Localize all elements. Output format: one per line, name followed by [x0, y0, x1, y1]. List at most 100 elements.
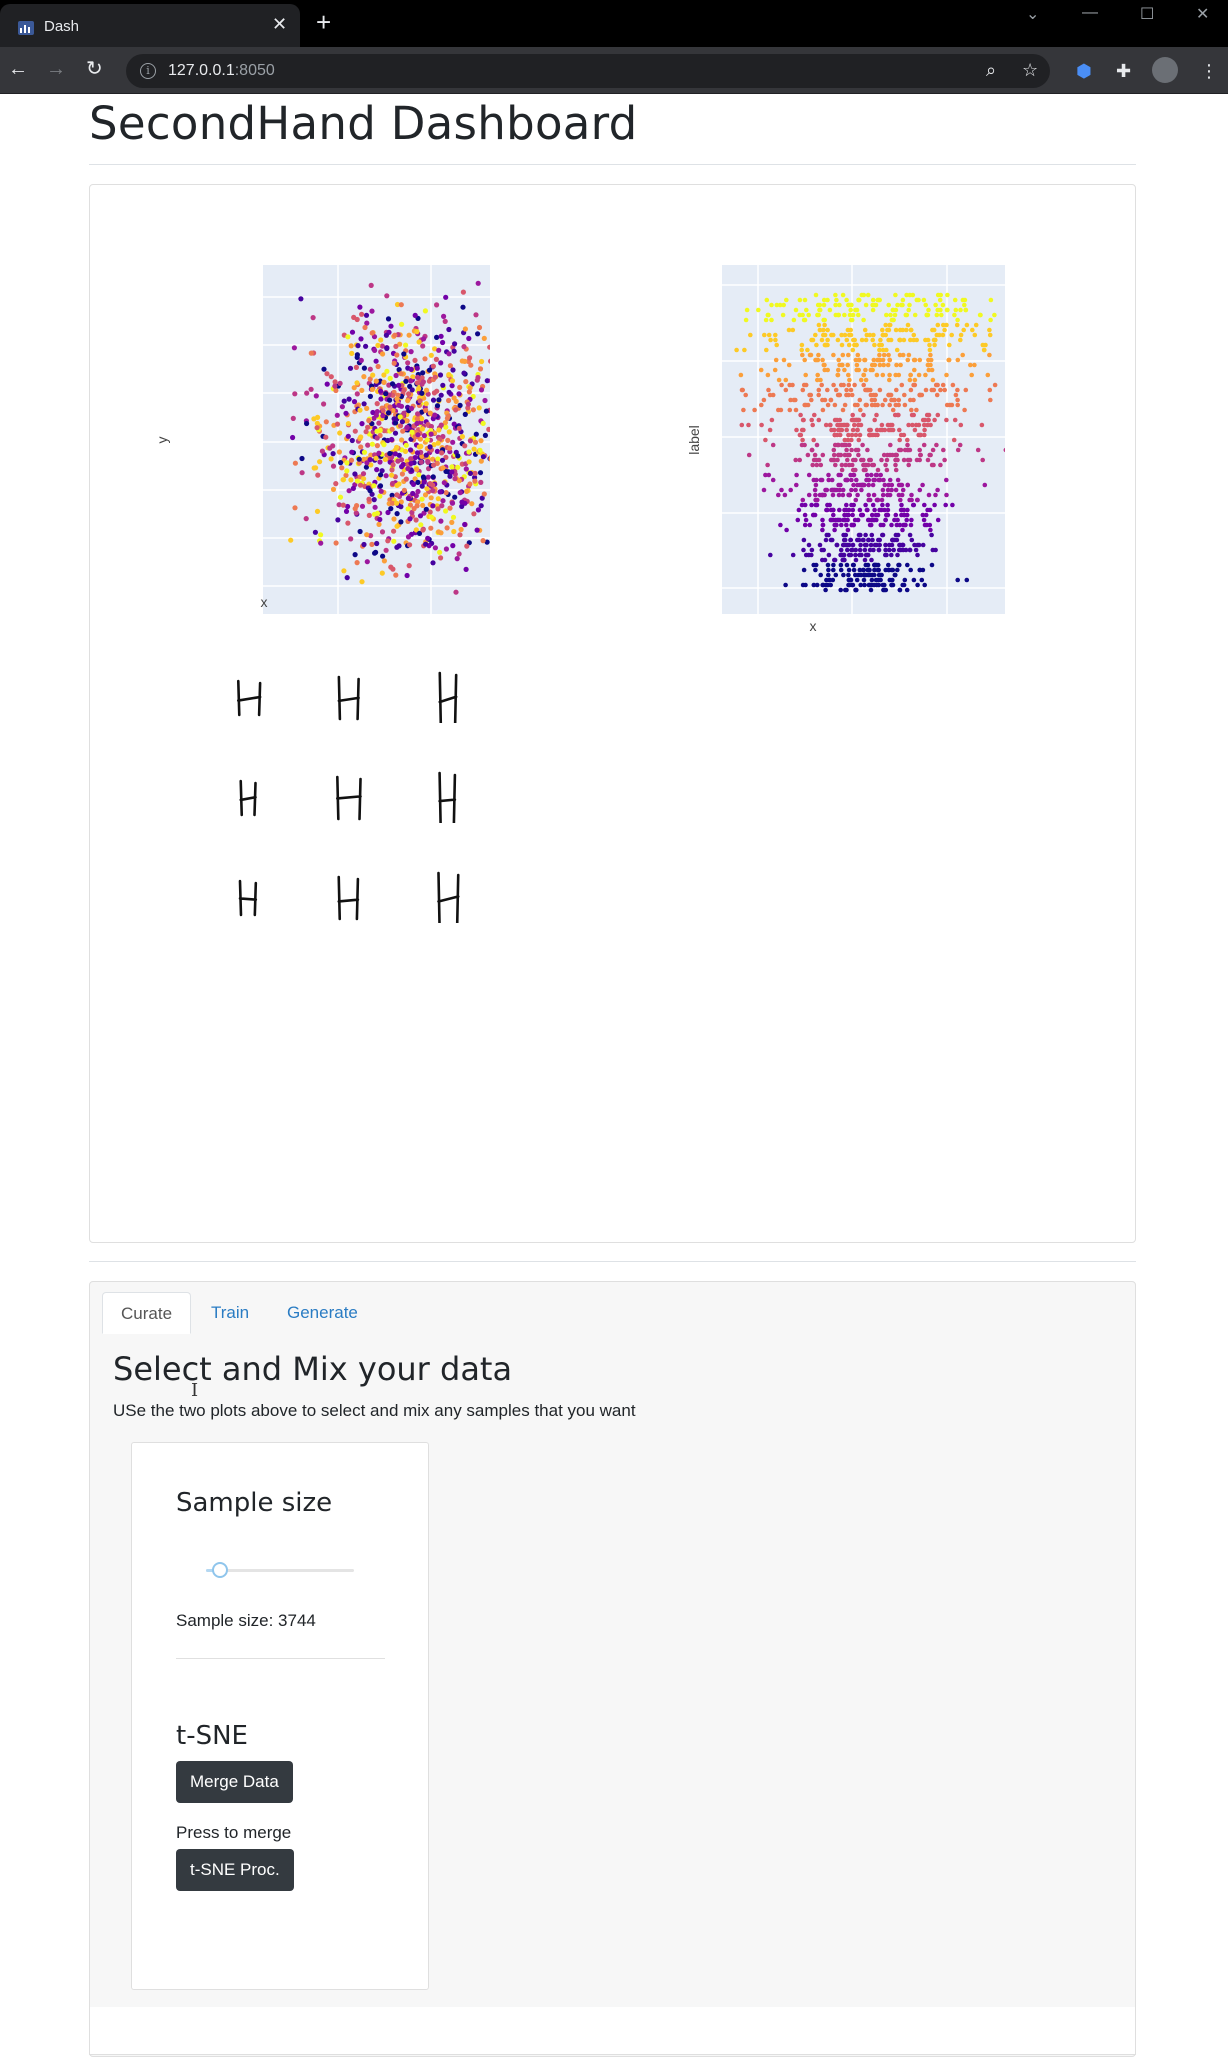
scatter-point[interactable] [372, 504, 378, 510]
scatter-point[interactable] [835, 372, 840, 378]
scatter-point[interactable] [877, 542, 882, 548]
scatter-point[interactable] [410, 490, 416, 497]
scatter-point[interactable] [863, 532, 868, 538]
scatter-point[interactable] [456, 391, 462, 397]
scatter-point[interactable] [337, 430, 343, 436]
scatter-point[interactable] [418, 522, 424, 528]
scatter-point[interactable] [324, 371, 330, 377]
scatter-point[interactable] [400, 428, 406, 434]
scatter-point[interactable] [348, 343, 354, 349]
scatter-point[interactable] [893, 327, 899, 333]
scatter-point[interactable] [481, 491, 487, 497]
scatter-point[interactable] [838, 382, 844, 388]
scatter-point[interactable] [344, 575, 350, 581]
scatter-point[interactable] [766, 332, 772, 338]
scatter-point[interactable] [415, 488, 421, 495]
scatter-point[interactable] [883, 462, 888, 468]
scatter-point[interactable] [963, 307, 969, 313]
scatter-point[interactable] [438, 518, 444, 524]
scatter-point[interactable] [455, 464, 461, 470]
back-icon[interactable]: ← [8, 57, 28, 81]
scatter-point[interactable] [349, 437, 355, 444]
scatter-point[interactable] [394, 352, 400, 358]
scatter-point[interactable] [457, 490, 463, 496]
scatter-point[interactable] [802, 297, 808, 303]
scatter-point[interactable] [935, 292, 941, 298]
scatter-point[interactable] [806, 472, 812, 478]
scatter-point[interactable] [310, 315, 316, 321]
scatter-point[interactable] [393, 372, 399, 379]
scatter-point[interactable] [441, 480, 447, 486]
scatter-point[interactable] [922, 432, 927, 438]
scatter-point[interactable] [368, 282, 374, 288]
scatter-point[interactable] [357, 304, 363, 310]
scatter-point[interactable] [855, 427, 860, 433]
scatter-point[interactable] [356, 456, 362, 462]
scatter-point[interactable] [856, 537, 862, 543]
scatter-point[interactable] [893, 372, 898, 378]
scatter-point[interactable] [374, 401, 380, 407]
scatter-point[interactable] [917, 357, 923, 363]
scatter-point[interactable] [830, 492, 836, 498]
scatter-point[interactable] [351, 399, 358, 405]
scatter-point[interactable] [375, 363, 381, 370]
scatter-point[interactable] [821, 327, 826, 333]
scatter-point[interactable] [433, 356, 439, 362]
scatter-point[interactable] [802, 522, 808, 528]
scatter-point[interactable] [933, 492, 938, 498]
scatter-point[interactable] [440, 465, 446, 471]
scatter-point[interactable] [923, 302, 928, 308]
scatter-point[interactable] [958, 337, 963, 343]
scatter-point[interactable] [964, 322, 970, 328]
scatter-point[interactable] [801, 382, 807, 388]
scatter-point[interactable] [822, 317, 827, 323]
scatter-point[interactable] [858, 407, 863, 413]
scatter-point[interactable] [798, 412, 803, 418]
scatter-point[interactable] [876, 547, 882, 553]
scatter-point[interactable] [793, 457, 798, 463]
scatter-point[interactable] [383, 332, 389, 338]
scatter-point[interactable] [814, 477, 819, 483]
scatter-point[interactable] [369, 330, 375, 336]
scatter-point[interactable] [440, 498, 446, 504]
scatter-point[interactable] [820, 397, 825, 403]
scatter-point[interactable] [452, 341, 458, 347]
scatter-point[interactable] [864, 402, 869, 408]
scatter-point[interactable] [819, 477, 825, 483]
scatter-point[interactable] [431, 462, 437, 468]
scatter-point[interactable] [430, 488, 436, 494]
scatter-point[interactable] [330, 486, 337, 492]
scatter-point[interactable] [425, 535, 431, 541]
scatter-point[interactable] [849, 502, 854, 508]
scatter-point[interactable] [900, 297, 906, 303]
scatter-point[interactable] [893, 457, 898, 463]
scatter-point[interactable] [359, 503, 366, 509]
scatter-point[interactable] [439, 450, 445, 456]
extension-shield-icon[interactable]: ⬢ [1076, 61, 1092, 82]
scatter-point[interactable] [797, 432, 803, 438]
scatter-point[interactable] [776, 407, 781, 413]
scatter-point[interactable] [987, 352, 992, 358]
scatter-point[interactable] [436, 529, 442, 535]
scatter-point[interactable] [804, 307, 809, 313]
scatter-point[interactable] [430, 482, 436, 488]
scatter-point[interactable] [919, 392, 925, 398]
scatter-point[interactable] [929, 387, 935, 393]
scatter-point[interactable] [359, 311, 365, 317]
scatter-point[interactable] [784, 297, 789, 303]
scatter-point[interactable] [808, 352, 814, 358]
scatter-point[interactable] [415, 479, 421, 485]
scatter-point[interactable] [954, 322, 960, 328]
scatter-point[interactable] [462, 443, 468, 449]
scatter-point[interactable] [337, 494, 344, 500]
scatter-point[interactable] [435, 440, 441, 446]
scatter-point[interactable] [893, 467, 899, 473]
scatter-point[interactable] [292, 505, 298, 511]
scatter-point[interactable] [381, 558, 387, 564]
scatter-point[interactable] [930, 547, 936, 553]
scatter-point[interactable] [761, 487, 767, 493]
scatter-point[interactable] [802, 317, 808, 323]
scatter-point[interactable] [899, 482, 905, 488]
scatter-point[interactable] [416, 472, 422, 478]
scatter-point[interactable] [833, 462, 838, 468]
